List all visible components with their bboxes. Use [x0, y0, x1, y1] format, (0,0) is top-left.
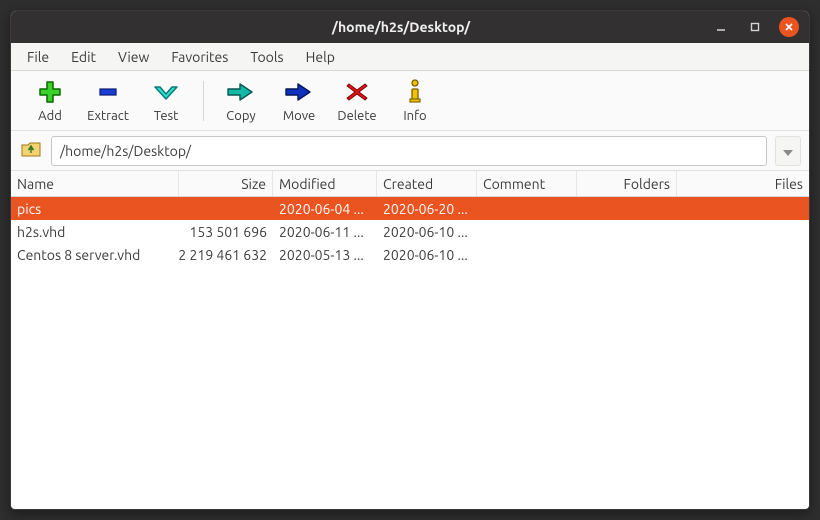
copy-button[interactable]: Copy	[212, 75, 270, 127]
move-button[interactable]: Move	[270, 75, 328, 127]
table-row[interactable]: pics 2020-06-04 ... 2020-06-20 ...	[11, 197, 809, 220]
column-header-created[interactable]: Created	[377, 171, 477, 196]
cell-created: 2020-06-10 ...	[377, 243, 477, 266]
chevron-down-icon	[783, 143, 793, 159]
cell-comment	[477, 243, 577, 266]
cell-comment	[477, 197, 577, 220]
cell-comment	[477, 220, 577, 243]
window-title: /home/h2s/Desktop/	[101, 19, 701, 35]
toolbar-label: Extract	[87, 109, 129, 123]
file-list[interactable]: pics 2020-06-04 ... 2020-06-20 ... h2s.v…	[11, 197, 809, 509]
toolbar-label: Delete	[337, 109, 376, 123]
delete-button[interactable]: Delete	[328, 75, 386, 127]
copy-arrow-icon	[226, 79, 256, 105]
cell-modified: 2020-06-04 ...	[273, 197, 377, 220]
cell-size: 153 501 696	[179, 220, 273, 243]
cell-folders	[577, 197, 677, 220]
plus-icon	[37, 79, 63, 105]
check-icon	[152, 79, 180, 105]
cell-name: Centos 8 server.vhd	[11, 243, 179, 266]
cell-folders	[577, 243, 677, 266]
minimize-button[interactable]	[711, 17, 731, 37]
toolbar-label: Test	[154, 109, 179, 123]
toolbar-label: Add	[38, 109, 62, 123]
toolbar: Add Extract Test Copy	[11, 71, 809, 131]
table-row[interactable]: h2s.vhd 153 501 696 2020-06-11 ... 2020-…	[11, 220, 809, 243]
cell-name: h2s.vhd	[11, 220, 179, 243]
minus-icon	[95, 79, 121, 105]
maximize-button[interactable]	[745, 17, 765, 37]
info-icon	[405, 79, 425, 105]
column-header-name[interactable]: Name	[11, 171, 179, 196]
cell-files	[677, 243, 809, 266]
column-header-comment[interactable]: Comment	[477, 171, 577, 196]
cell-files	[677, 220, 809, 243]
titlebar: /home/h2s/Desktop/	[11, 11, 809, 43]
app-window: /home/h2s/Desktop/ File Edit View Favori…	[10, 10, 810, 510]
column-header-size[interactable]: Size	[179, 171, 273, 196]
menu-edit[interactable]: Edit	[61, 46, 106, 68]
close-button[interactable]	[779, 17, 799, 37]
menu-view[interactable]: View	[108, 46, 159, 68]
menubar: File Edit View Favorites Tools Help	[11, 43, 809, 71]
column-headers: Name Size Modified Created Comment Folde…	[11, 171, 809, 197]
column-header-folders[interactable]: Folders	[577, 171, 677, 196]
menu-help[interactable]: Help	[296, 46, 345, 68]
cell-size: 2 219 461 632	[179, 243, 273, 266]
cell-modified: 2020-05-13 ...	[273, 243, 377, 266]
toolbar-label: Move	[283, 109, 315, 123]
menu-tools[interactable]: Tools	[240, 46, 293, 68]
cell-files	[677, 197, 809, 220]
cell-created: 2020-06-10 ...	[377, 220, 477, 243]
path-history-dropdown[interactable]	[775, 136, 801, 166]
cell-created: 2020-06-20 ...	[377, 197, 477, 220]
test-button[interactable]: Test	[137, 75, 195, 127]
add-button[interactable]: Add	[21, 75, 79, 127]
move-arrow-icon	[284, 79, 314, 105]
up-button[interactable]	[19, 139, 43, 163]
menu-file[interactable]: File	[17, 46, 59, 68]
folder-up-icon	[20, 139, 42, 162]
cell-size	[179, 197, 273, 220]
location-bar	[11, 131, 809, 171]
toolbar-label: Info	[403, 109, 426, 123]
menu-favorites[interactable]: Favorites	[161, 46, 238, 68]
column-header-modified[interactable]: Modified	[273, 171, 377, 196]
cell-name: pics	[11, 197, 179, 220]
toolbar-separator	[203, 81, 204, 121]
cell-modified: 2020-06-11 ...	[273, 220, 377, 243]
table-row[interactable]: Centos 8 server.vhd 2 219 461 632 2020-0…	[11, 243, 809, 266]
toolbar-label: Copy	[226, 109, 255, 123]
delete-x-icon	[345, 79, 369, 105]
cell-folders	[577, 220, 677, 243]
info-button[interactable]: Info	[386, 75, 444, 127]
column-header-files[interactable]: Files	[677, 171, 809, 196]
path-input[interactable]	[51, 136, 767, 166]
extract-button[interactable]: Extract	[79, 75, 137, 127]
